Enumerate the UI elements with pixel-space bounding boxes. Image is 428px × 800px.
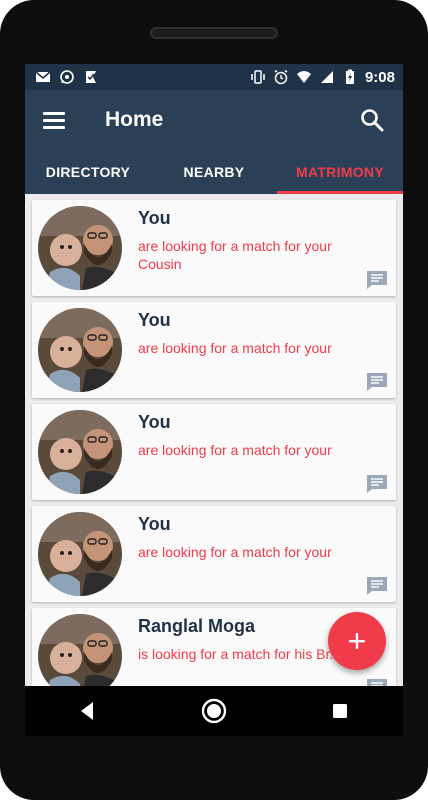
message-icon[interactable] xyxy=(366,678,388,686)
speaker-grille xyxy=(150,27,278,39)
card-name: Ranglal Moga xyxy=(138,616,256,636)
message-icon[interactable] xyxy=(366,576,388,596)
page-title: Home xyxy=(105,108,164,131)
app-screen: 9:08 Home DIRECTORY NEARBY MATRIMONY You… xyxy=(25,64,403,686)
phone-frame: 9:08 Home DIRECTORY NEARBY MATRIMONY You… xyxy=(0,0,428,800)
card-name: You xyxy=(138,310,171,330)
battery-icon xyxy=(345,69,354,84)
card-description: are looking for a match for your xyxy=(138,442,332,458)
list-item[interactable]: You are looking for a match for your xyxy=(32,404,396,500)
avatar xyxy=(38,512,122,596)
status-time: 9:08 xyxy=(364,68,395,86)
whatsapp-icon xyxy=(60,70,74,84)
card-name: You xyxy=(138,514,171,534)
hamburger-menu-icon[interactable] xyxy=(43,107,69,133)
card-description: is looking for a match for his Br... xyxy=(138,646,342,662)
list-item[interactable]: You are looking for a match for your Cou… xyxy=(32,200,396,296)
tab-directory[interactable]: DIRECTORY xyxy=(25,150,151,194)
card-name: You xyxy=(138,412,171,432)
match-list: You are looking for a match for your Cou… xyxy=(25,194,403,686)
avatar xyxy=(38,308,122,392)
status-bar: 9:08 xyxy=(25,64,403,90)
search-icon[interactable] xyxy=(359,107,385,133)
card-description: are looking for a match for your xyxy=(138,340,332,356)
avatar xyxy=(38,410,122,494)
vibrate-icon xyxy=(251,70,265,84)
back-icon[interactable] xyxy=(73,696,103,726)
avatar xyxy=(38,206,122,290)
message-icon[interactable] xyxy=(366,270,388,290)
tab-nearby[interactable]: NEARBY xyxy=(151,150,277,194)
avatar xyxy=(38,614,122,686)
tab-matrimony[interactable]: MATRIMONY xyxy=(277,150,403,194)
gmail-icon xyxy=(35,71,51,82)
app-notification-icon xyxy=(86,71,96,83)
wifi-icon xyxy=(296,71,311,83)
message-icon[interactable] xyxy=(366,474,388,494)
list-item[interactable]: You are looking for a match for your xyxy=(32,302,396,398)
home-icon[interactable] xyxy=(199,696,229,726)
alarm-icon xyxy=(274,69,288,85)
tab-bar: DIRECTORY NEARBY MATRIMONY xyxy=(25,150,403,194)
list-item[interactable]: You are looking for a match for your xyxy=(32,506,396,602)
recents-icon[interactable] xyxy=(325,696,355,726)
system-nav-bar xyxy=(25,686,403,736)
signal-icon xyxy=(320,71,333,83)
app-toolbar: Home xyxy=(25,90,403,150)
add-fab-button[interactable]: + xyxy=(328,612,386,670)
card-description: are looking for a match for your Cousin xyxy=(138,238,332,272)
card-name: You xyxy=(138,208,171,228)
message-icon[interactable] xyxy=(366,372,388,392)
card-description: are looking for a match for your xyxy=(138,544,332,560)
